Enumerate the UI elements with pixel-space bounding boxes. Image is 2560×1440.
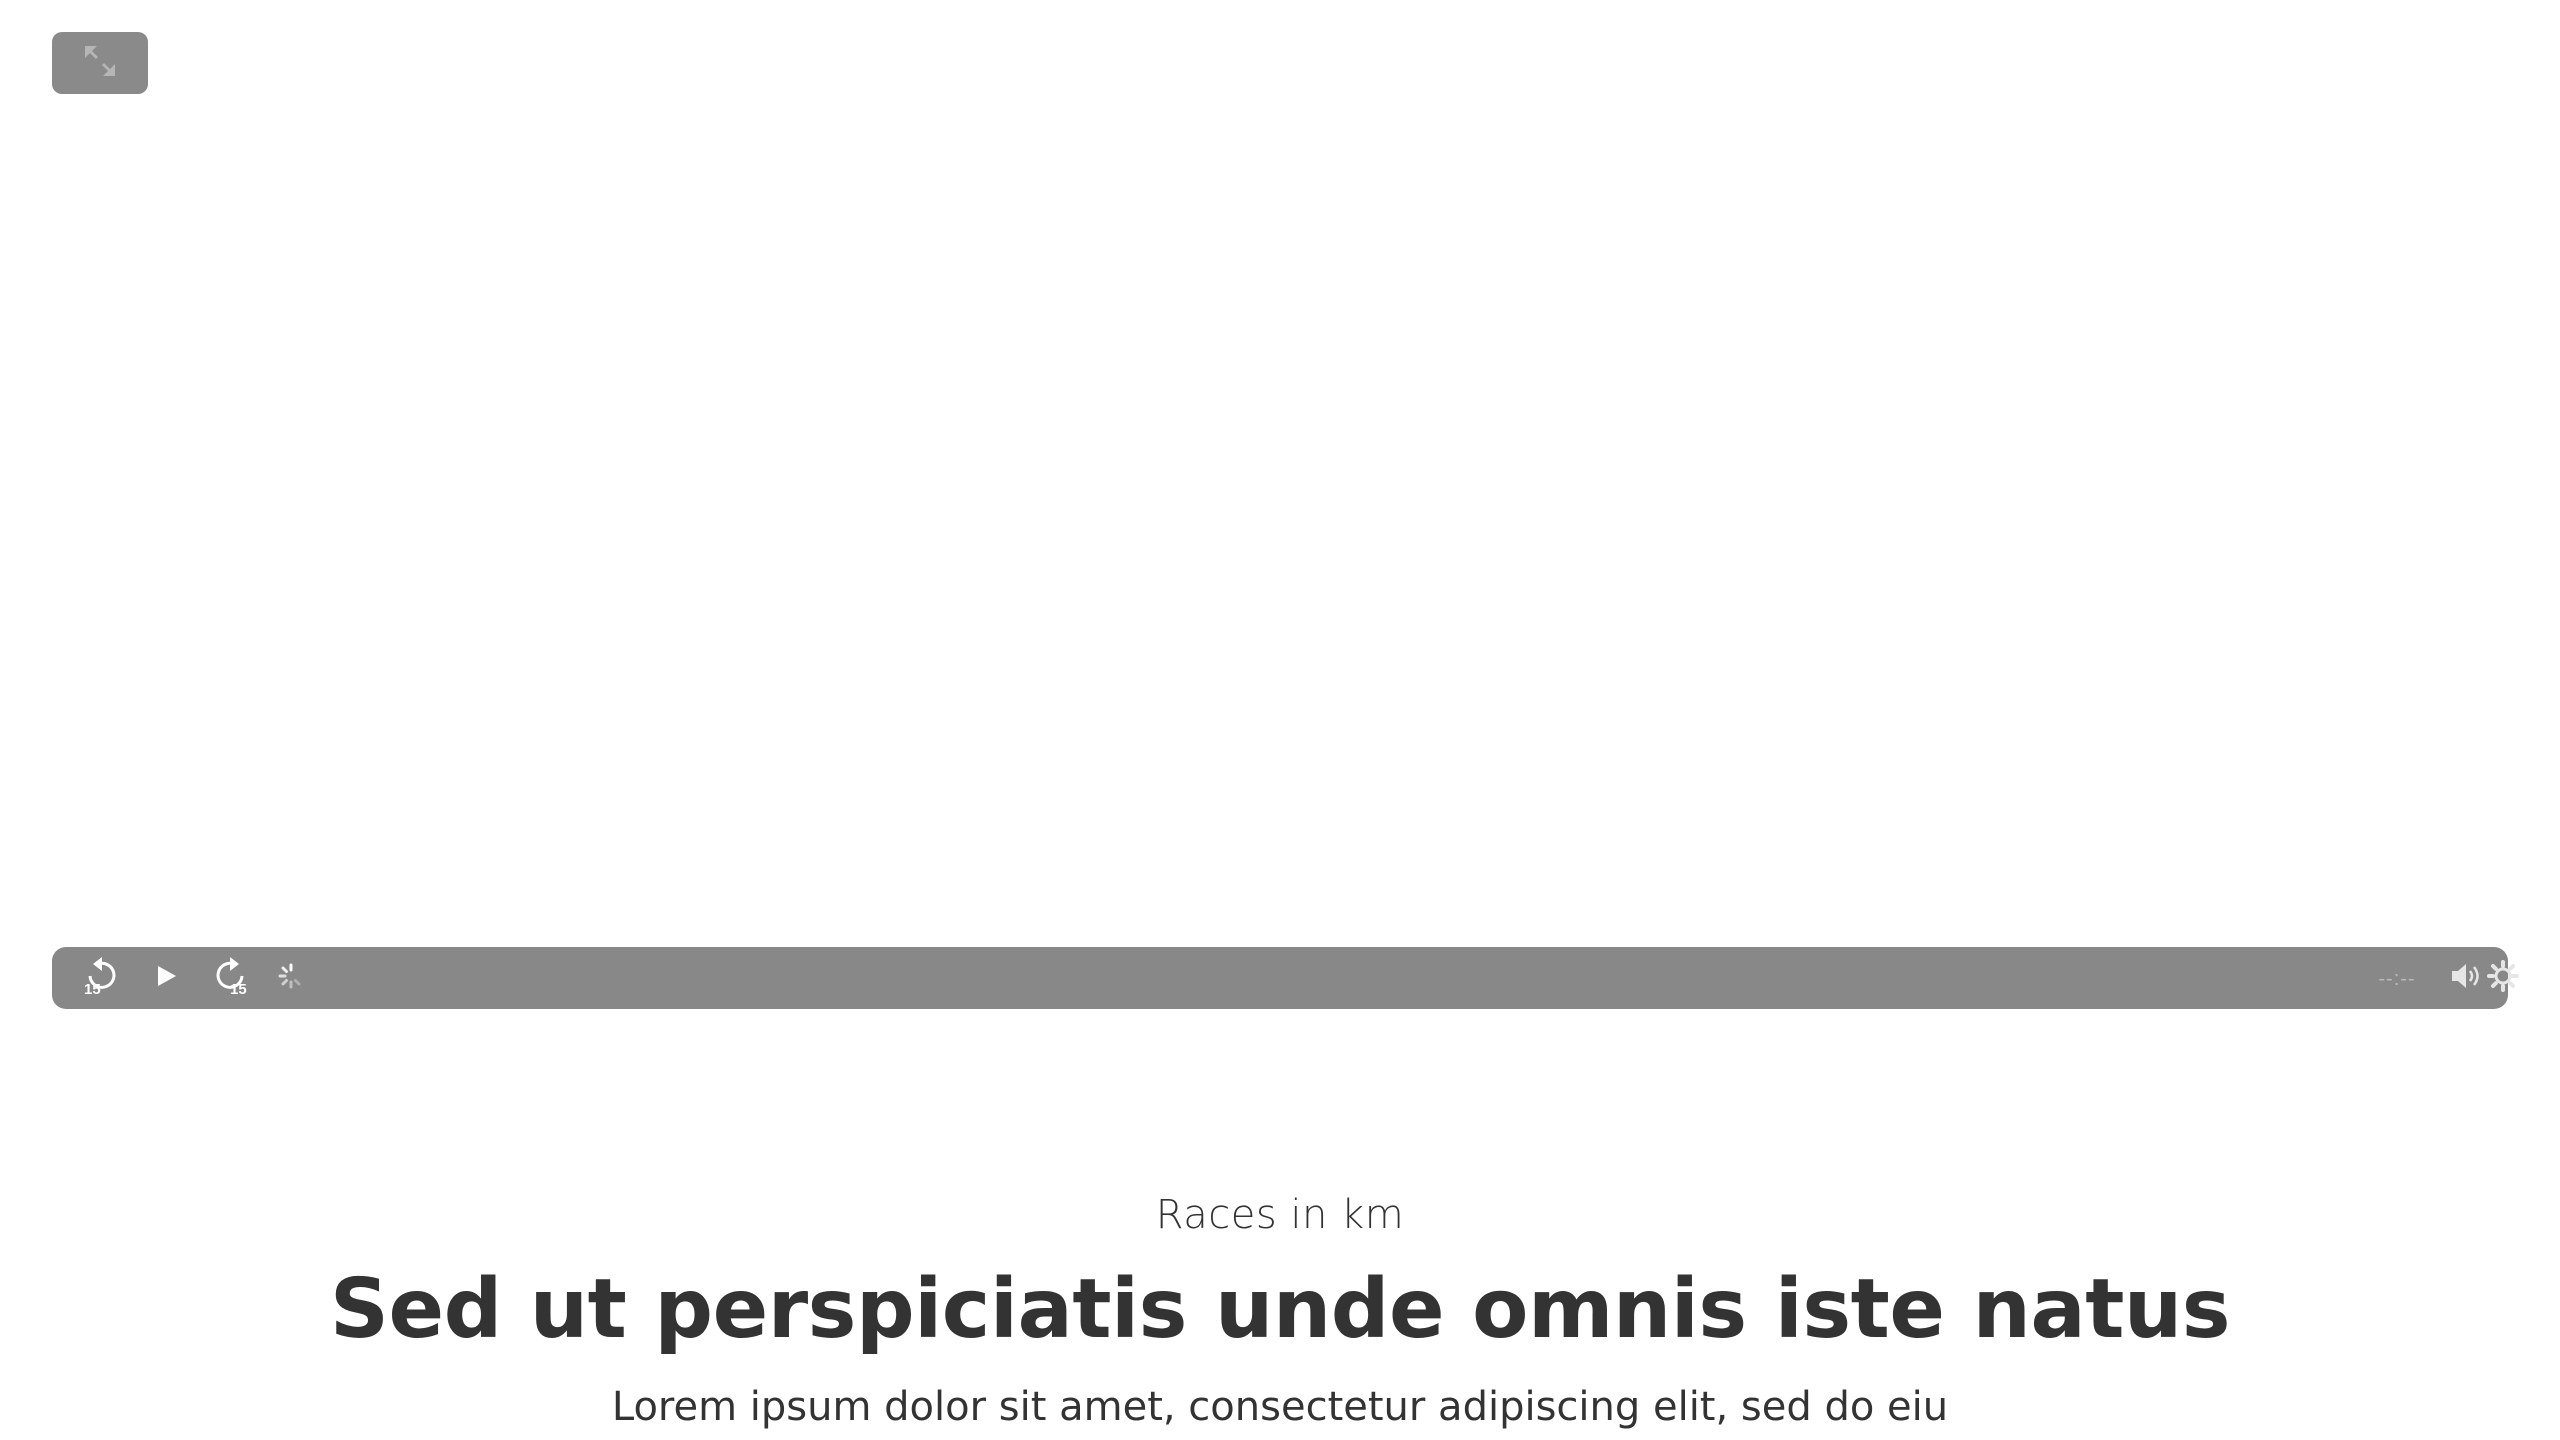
fullscreen-button[interactable] (52, 32, 148, 94)
play-button[interactable] (140, 947, 192, 1009)
play-icon (153, 963, 179, 994)
settings-button[interactable] (2480, 947, 2526, 1009)
video-player[interactable] (52, 0, 2508, 1010)
volume-icon (2450, 961, 2484, 996)
loading-indicator (266, 947, 316, 1009)
page-headline: Sed ut perspiciatis unde omnis iste natu… (329, 1262, 2231, 1357)
forward-15-icon: 15 (208, 954, 252, 1003)
player-control-bar: 15 15 --:-- (52, 947, 2519, 1009)
page: 15 15 --:-- Races in km Sed ut perspicia… (0, 0, 2560, 1440)
rewind-15-icon: 15 (80, 954, 124, 1003)
page-subtext: Lorem ipsum dolor sit amet, consectetur … (611, 1384, 1949, 1430)
rewind-seconds-label: 15 (84, 981, 101, 998)
time-display: --:-- (2378, 968, 2416, 990)
fullscreen-icon (83, 44, 117, 83)
loading-spinner-icon (276, 961, 306, 996)
rewind-button[interactable]: 15 (76, 947, 128, 1009)
forward-seconds-label: 15 (230, 981, 247, 998)
section-eyebrow: Races in km (1155, 1192, 1405, 1238)
gear-icon (2487, 959, 2519, 997)
forward-button[interactable]: 15 (204, 947, 256, 1009)
